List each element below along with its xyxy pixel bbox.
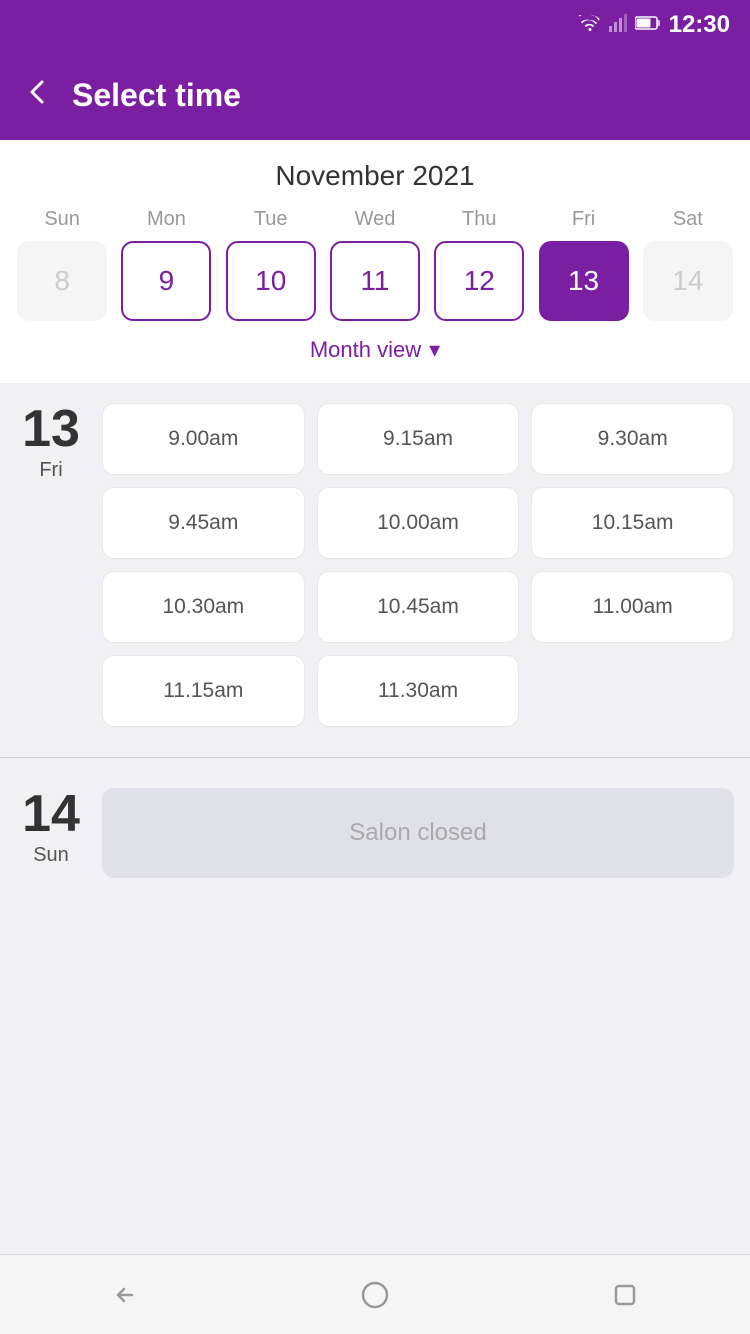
- page-title: Select time: [72, 77, 241, 114]
- time-grid-13: 9.00am 9.15am 9.30am 9.45am 10.00am 10.1…: [102, 403, 734, 727]
- weekday-fri: Fri: [537, 208, 631, 231]
- dates-row: 8 9 10 11 12 13 14: [10, 241, 740, 321]
- salon-closed-label: Salon closed: [349, 819, 486, 847]
- weekday-wed: Wed: [328, 208, 422, 231]
- day-14-row: 14 Sun Salon closed: [16, 788, 734, 878]
- month-year-label: November 2021: [10, 160, 740, 192]
- date-13[interactable]: 13: [539, 241, 629, 321]
- date-8: 8: [17, 241, 107, 321]
- nav-back-button[interactable]: [100, 1270, 150, 1320]
- month-view-label: Month view: [310, 337, 421, 363]
- calendar-section: November 2021 Sun Mon Tue Wed Thu Fri Sa…: [0, 140, 750, 383]
- salon-closed-box: Salon closed: [102, 788, 734, 878]
- day-14-name: Sun: [33, 844, 69, 867]
- day-13-row: 13 Fri 9.00am 9.15am 9.30am 9.45am 10.00…: [16, 403, 734, 727]
- weekday-sun: Sun: [15, 208, 109, 231]
- day-14-section: 14 Sun Salon closed: [0, 768, 750, 898]
- time-slot-1045[interactable]: 10.45am: [317, 571, 520, 643]
- bottom-nav: [0, 1254, 750, 1334]
- time-slot-930[interactable]: 9.30am: [531, 403, 734, 475]
- time-slot-1030[interactable]: 10.30am: [102, 571, 305, 643]
- chevron-down-icon: ▾: [429, 337, 440, 363]
- signal-icon: [609, 14, 627, 37]
- day-13-name: Fri: [39, 459, 62, 482]
- month-view-toggle[interactable]: Month view ▾: [10, 337, 740, 363]
- nav-recent-button[interactable]: [600, 1270, 650, 1320]
- nav-home-button[interactable]: [350, 1270, 400, 1320]
- time-slot-1015[interactable]: 10.15am: [531, 487, 734, 559]
- weekday-mon: Mon: [119, 208, 213, 231]
- back-button[interactable]: [24, 78, 52, 113]
- time-slot-1100[interactable]: 11.00am: [531, 571, 734, 643]
- time-slot-915[interactable]: 9.15am: [317, 403, 520, 475]
- weekday-thu: Thu: [432, 208, 526, 231]
- date-12[interactable]: 12: [434, 241, 524, 321]
- date-10[interactable]: 10: [226, 241, 316, 321]
- weekday-row: Sun Mon Tue Wed Thu Fri Sat: [10, 208, 740, 231]
- date-9[interactable]: 9: [121, 241, 211, 321]
- date-14: 14: [643, 241, 733, 321]
- section-divider: [0, 757, 750, 758]
- time-slot-1130[interactable]: 11.30am: [317, 655, 520, 727]
- day-14-label: 14 Sun: [16, 788, 86, 867]
- day-13-label: 13 Fri: [16, 403, 86, 482]
- day-13-section: 13 Fri 9.00am 9.15am 9.30am 9.45am 10.00…: [0, 383, 750, 747]
- time-slot-1115[interactable]: 11.15am: [102, 655, 305, 727]
- status-bar: 12:30: [0, 0, 750, 50]
- day-14-number: 14: [22, 788, 80, 840]
- time-slot-1000[interactable]: 10.00am: [317, 487, 520, 559]
- wifi-icon: [579, 15, 601, 36]
- time-slot-945[interactable]: 9.45am: [102, 487, 305, 559]
- weekday-tue: Tue: [224, 208, 318, 231]
- header: Select time: [0, 50, 750, 140]
- time-slot-900[interactable]: 9.00am: [102, 403, 305, 475]
- day-13-number: 13: [22, 403, 80, 455]
- date-11[interactable]: 11: [330, 241, 420, 321]
- battery-icon: [635, 16, 661, 35]
- status-time: 12:30: [669, 11, 730, 39]
- weekday-sat: Sat: [641, 208, 735, 231]
